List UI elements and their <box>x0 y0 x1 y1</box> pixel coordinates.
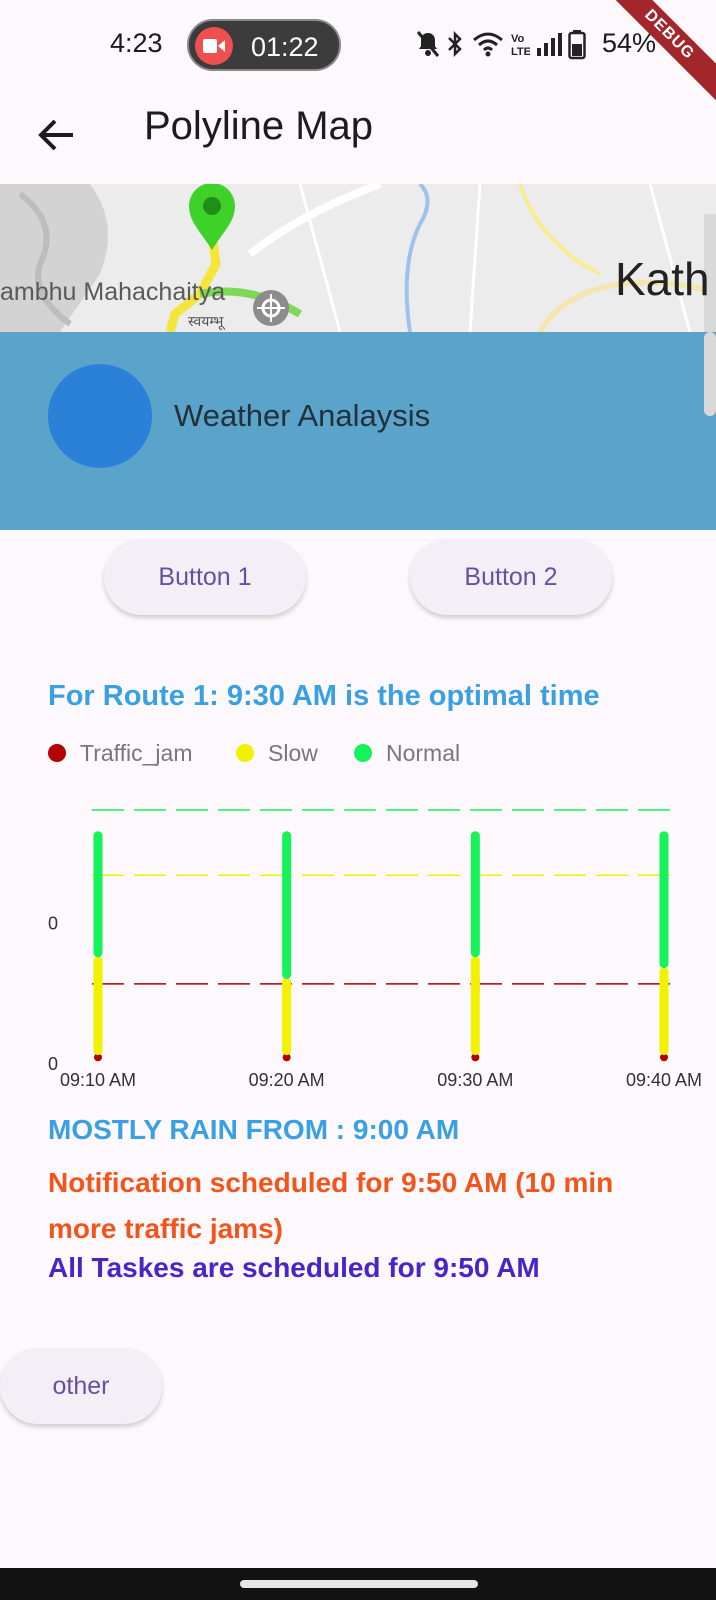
x-tick-label: 09:30 AM <box>437 1070 513 1090</box>
map-city-label: Kath <box>615 253 710 305</box>
signal-icon <box>537 33 562 56</box>
svg-text:Vo: Vo <box>511 33 525 45</box>
map-place-label: ambhu Mahachaitya <box>0 278 226 306</box>
svg-text:LTE: LTE <box>511 46 530 58</box>
notification-message: Notification scheduled for 9:50 AM (10 m… <box>48 1167 614 1244</box>
page-title: Polyline Map <box>144 104 374 148</box>
back-button[interactable] <box>30 108 84 162</box>
recording-time: 01:22 <box>251 32 319 62</box>
navigation-bar <box>0 1568 716 1600</box>
legend-label-traffic-jam: Traffic_jam <box>80 740 193 766</box>
video-camera-icon <box>195 27 233 65</box>
arrow-back-icon <box>38 119 73 151</box>
legend-dot-normal <box>354 744 372 762</box>
button-1[interactable]: Button 1 <box>104 539 306 615</box>
bluetooth-icon <box>448 30 462 58</box>
avatar <box>48 364 152 468</box>
x-tick-label: 09:10 AM <box>60 1070 136 1090</box>
legend-dot-slow <box>236 744 254 762</box>
map-tiles <box>0 184 716 332</box>
y-tick-label: 0 <box>48 914 58 934</box>
app-bar: Polyline Map <box>0 90 716 184</box>
traffic-chart: 09:10 AM 09:20 AM 09:30 AM 09:40 AM 0 0 <box>48 809 702 1090</box>
status-bar: 4:23 01:22 Vo LTE 54% DEBUG <box>0 0 716 105</box>
banner-title: Weather Analaysis <box>174 398 431 433</box>
other-button[interactable]: other <box>0 1348 162 1424</box>
volte-icon: VoLTE <box>511 33 530 58</box>
map-place-label-local: स्वयम्भू <box>188 313 224 329</box>
legend-label-normal: Normal <box>386 740 461 766</box>
route-title: For Route 1: 9:30 AM is the optimal time <box>48 680 600 712</box>
map-marker-icon <box>189 184 235 250</box>
x-tick-label: 09:20 AM <box>249 1070 325 1090</box>
rain-message: MOSTLY RAIN FROM : 9:00 AM <box>48 1114 460 1145</box>
x-tick-label: 09:40 AM <box>626 1070 702 1090</box>
battery-icon <box>568 30 586 60</box>
home-gesture-handle[interactable] <box>240 1580 478 1588</box>
map-view[interactable]: ambhu Mahachaitya स्वयम्भू Kath <box>0 184 716 332</box>
mute-icon <box>416 31 440 57</box>
tasks-message: All Taskes are scheduled for 9:50 AM <box>48 1252 540 1283</box>
temple-icon <box>253 290 289 326</box>
button-2[interactable]: Button 2 <box>410 539 612 615</box>
weather-banner: Weather Analaysis <box>0 332 716 530</box>
scrollbar-thumb[interactable] <box>704 332 716 416</box>
y-tick-label: 0 <box>48 1054 58 1074</box>
wifi-icon <box>473 32 503 57</box>
screen-recording-pill[interactable]: 01:22 <box>187 19 341 71</box>
status-time: 4:23 <box>110 28 163 58</box>
legend-dot-traffic-jam <box>48 744 66 762</box>
legend-label-slow: Slow <box>268 740 318 766</box>
